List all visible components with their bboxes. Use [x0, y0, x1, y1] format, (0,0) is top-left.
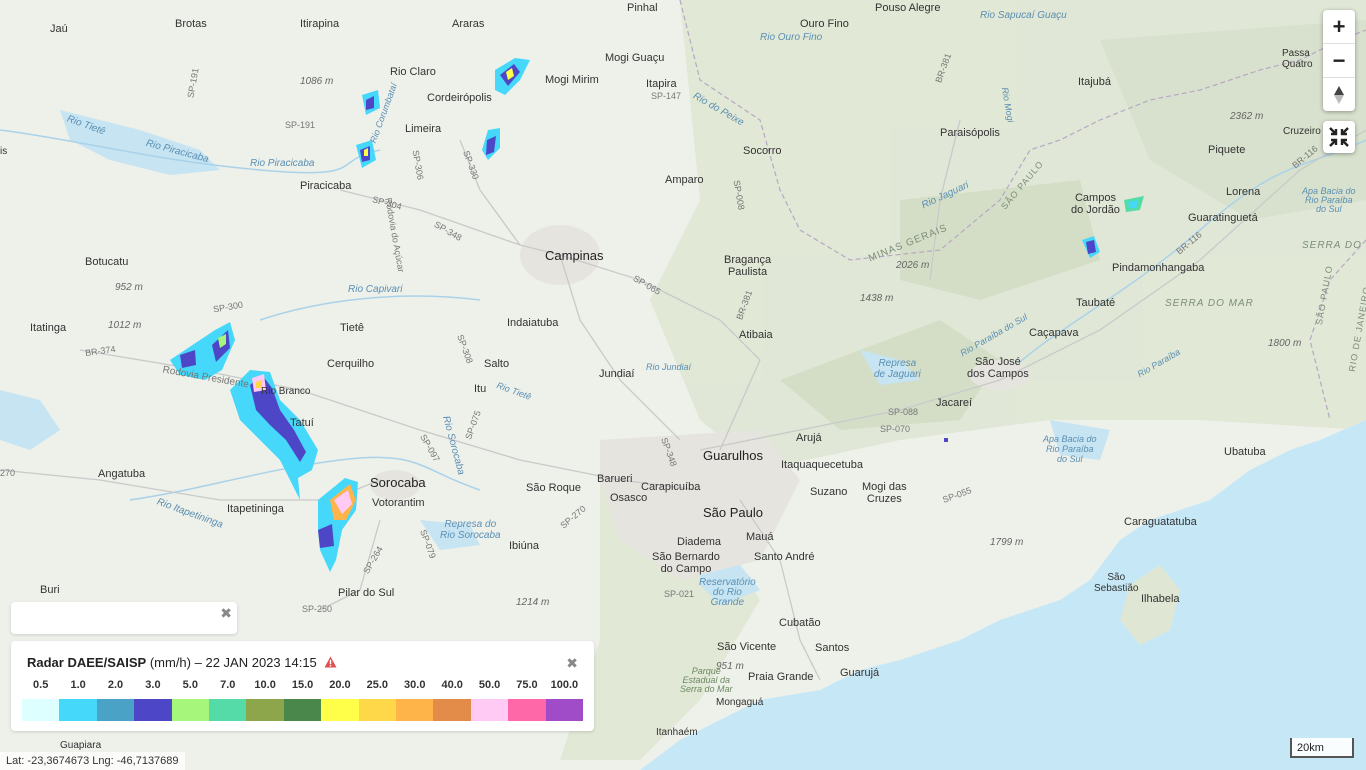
legend-tick-label: 5.0	[182, 679, 198, 691]
legend-tick-label: 25.0	[366, 679, 389, 691]
legend-color-swatch	[96, 699, 135, 721]
legend-source: Radar DAEE/SAISP	[27, 655, 147, 670]
legend-color-swatch	[396, 699, 434, 721]
legend-tick-label: 2.0	[107, 679, 124, 691]
legend-tick-label: 3.0	[145, 679, 161, 691]
radar-legend: Radar DAEE/SAISP (mm/h) – 22 JAN 2023 14…	[11, 641, 594, 731]
legend-close-icon[interactable]: ✖	[566, 655, 578, 672]
legend-title: Radar DAEE/SAISP (mm/h) – 22 JAN 2023 14…	[27, 655, 337, 670]
legend-tick-label: 0.5	[33, 679, 49, 691]
legend-color-swatch	[171, 699, 210, 721]
lat-label: Lat:	[6, 755, 25, 767]
lng-label: Lng:	[92, 755, 114, 767]
info-panel: ✖	[11, 602, 237, 634]
legend-tick-label: 75.0	[516, 679, 538, 691]
zoom-out-button[interactable]: −	[1323, 44, 1355, 78]
legend-tick-label: 30.0	[404, 679, 426, 691]
close-icon[interactable]: ✖	[220, 605, 232, 622]
legend-unit: (mm/h)	[149, 655, 191, 670]
legend-color-swatch	[433, 699, 471, 721]
legend-tick-label: 50.0	[478, 679, 501, 691]
legend-tick-label: 40.0	[441, 679, 463, 691]
legend-tick-label: 1.0	[70, 679, 86, 691]
legend-dash: –	[194, 655, 202, 670]
legend-color-swatch	[508, 699, 546, 721]
lng-value: -46,7137689	[116, 755, 179, 767]
legend-tick-label: 7.0	[220, 679, 236, 691]
legend-tick-label: 20.0	[329, 679, 351, 691]
legend-color-swatch	[545, 699, 584, 721]
legend-ticks: 0.5 1.0 2.0 3.0 5.0 7.0 10.0 15.0 20.0 25.0 30.0 40…	[22, 679, 583, 691]
plus-icon: +	[1332, 13, 1346, 39]
legend-tick-label: 100.0	[550, 679, 579, 691]
scale-bar: 20km	[1290, 738, 1354, 758]
cursor-coordinates: Lat: -23,3674673 Lng: -46,7137689	[0, 752, 185, 770]
legend-datetime: 22 JAN 2023 14:15	[205, 655, 317, 670]
legend-color-bar	[22, 699, 584, 721]
legend-color-swatch	[59, 699, 97, 721]
legend-color-swatch	[134, 699, 172, 721]
exit-fullscreen-button[interactable]	[1323, 121, 1355, 153]
legend-color-swatch	[470, 699, 509, 721]
legend-color-swatch	[321, 699, 359, 721]
collapse-icon	[1329, 127, 1349, 147]
legend-color-swatch	[358, 699, 397, 721]
warning-icon[interactable]	[324, 656, 337, 668]
lat-value: -23,3674673	[27, 755, 90, 767]
minus-icon: −	[1332, 47, 1346, 73]
zoom-control: + −	[1323, 10, 1355, 111]
reset-north-button[interactable]	[1323, 78, 1355, 111]
legend-tick-label: 15.0	[291, 679, 314, 691]
legend-color-swatch	[22, 699, 60, 721]
compass-icon	[1334, 85, 1344, 104]
zoom-in-button[interactable]: +	[1323, 10, 1355, 44]
legend-tick-label: 10.0	[254, 679, 276, 691]
legend-color-swatch	[246, 699, 284, 721]
legend-color-swatch	[283, 699, 322, 721]
legend-color-swatch	[209, 699, 247, 721]
scale-label: 20km	[1297, 742, 1324, 754]
